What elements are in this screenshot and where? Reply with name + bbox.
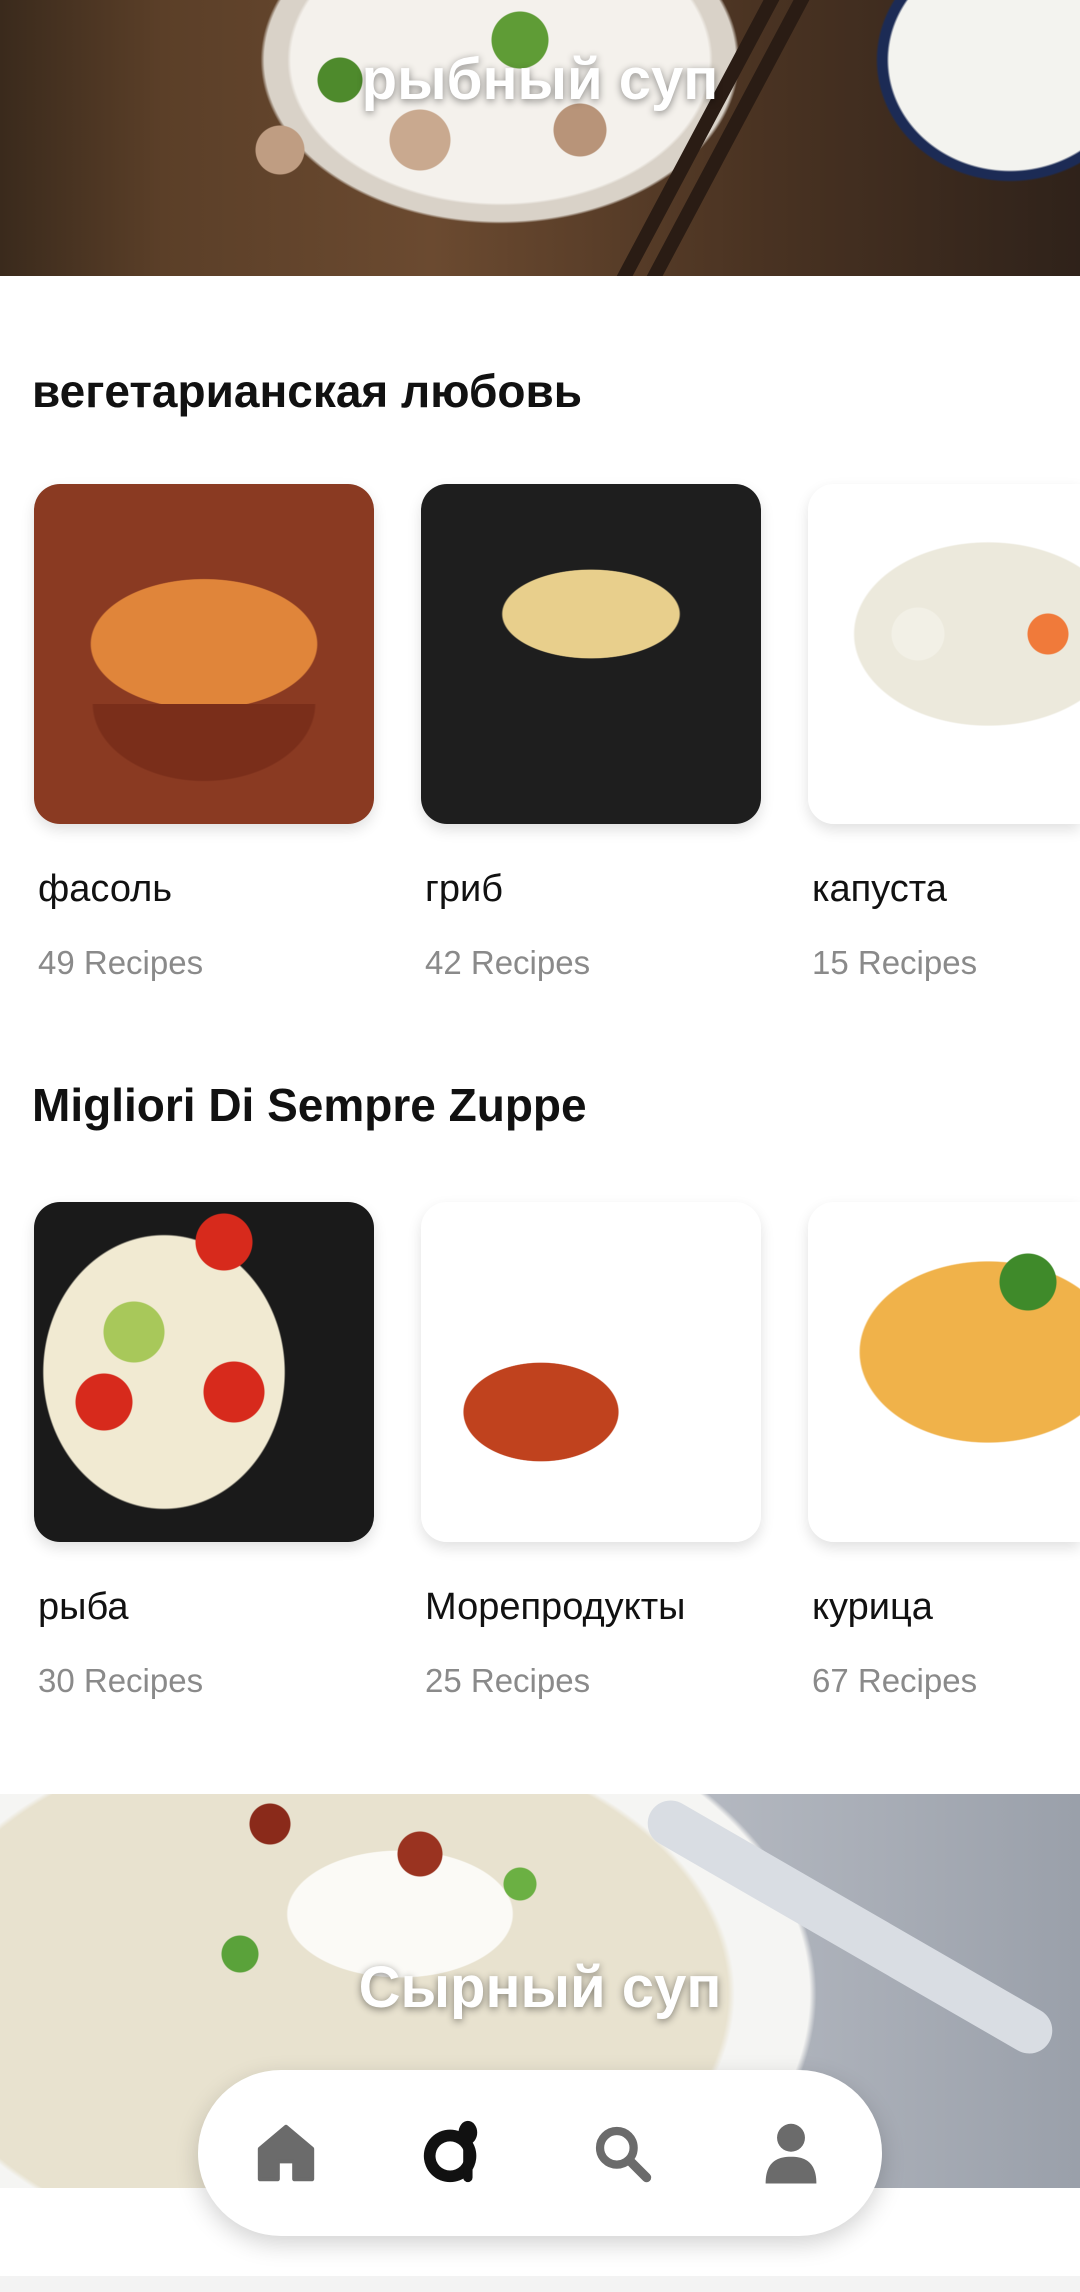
spoon	[639, 1794, 1061, 2062]
category-card-fish[interactable]: рыба 30 Recipes	[34, 1202, 374, 1699]
category-thumbnail[interactable]	[421, 484, 761, 824]
profile-icon	[765, 2123, 817, 2184]
banner-fish-soup[interactable]: рыбный суп	[0, 0, 1080, 276]
recipe-count: 67 Recipes	[812, 1662, 978, 1699]
category-card-chicken[interactable]: курица 67 Recipes	[808, 1202, 1080, 1699]
category-row[interactable]: фасоль 49 Recipes гриб 42 Recipes капуст…	[0, 484, 1080, 1004]
category-card-seafood[interactable]: Морепродукты 25 Recipes	[421, 1202, 761, 1699]
category-name: курица	[812, 1586, 933, 1628]
recipe-count: 25 Recipes	[425, 1662, 591, 1699]
recipe-count: 30 Recipes	[38, 1662, 204, 1699]
search-icon	[595, 2126, 652, 2183]
home-icon	[257, 2124, 315, 2182]
nav-search-button[interactable]	[582, 2113, 662, 2193]
banner-title: Сырный суп	[358, 1955, 722, 2020]
bottom-nav	[198, 2070, 882, 2236]
category-name: капуста	[812, 868, 947, 910]
category-name: рыба	[38, 1586, 129, 1628]
category-thumbnail[interactable]	[808, 484, 1080, 824]
category-name: гриб	[425, 868, 503, 910]
category-card-beans[interactable]: фасоль 49 Recipes	[34, 484, 374, 981]
category-row[interactable]: рыба 30 Recipes Морепродукты 25 Recipes …	[0, 1202, 1080, 1722]
bottom-strip	[0, 2276, 1080, 2292]
category-thumbnail[interactable]	[34, 1202, 374, 1542]
chopstick	[636, 0, 818, 276]
recipes-icon	[423, 2120, 478, 2183]
category-name: фасоль	[38, 868, 173, 910]
category-name: Морепродукты	[425, 1586, 686, 1628]
section-title: Migliori Di Sempre Zuppe	[32, 1079, 587, 1131]
category-card-cabbage[interactable]: капуста 15 Recipes	[808, 484, 1080, 981]
nav-home-button[interactable]	[246, 2113, 326, 2193]
section-title: вегетарианская любовь	[32, 365, 583, 417]
recipe-count: 15 Recipes	[812, 944, 978, 981]
nav-recipes-button[interactable]	[413, 2113, 493, 2193]
category-thumbnail[interactable]	[808, 1202, 1080, 1542]
recipe-count: 42 Recipes	[425, 944, 591, 981]
banner-title: рыбный суп	[361, 47, 719, 112]
category-card-mushroom[interactable]: гриб 42 Recipes	[421, 484, 761, 981]
recipe-count: 49 Recipes	[38, 944, 204, 981]
category-thumbnail[interactable]	[34, 484, 374, 824]
category-thumbnail[interactable]	[421, 1202, 761, 1542]
nav-profile-button[interactable]	[751, 2113, 831, 2193]
